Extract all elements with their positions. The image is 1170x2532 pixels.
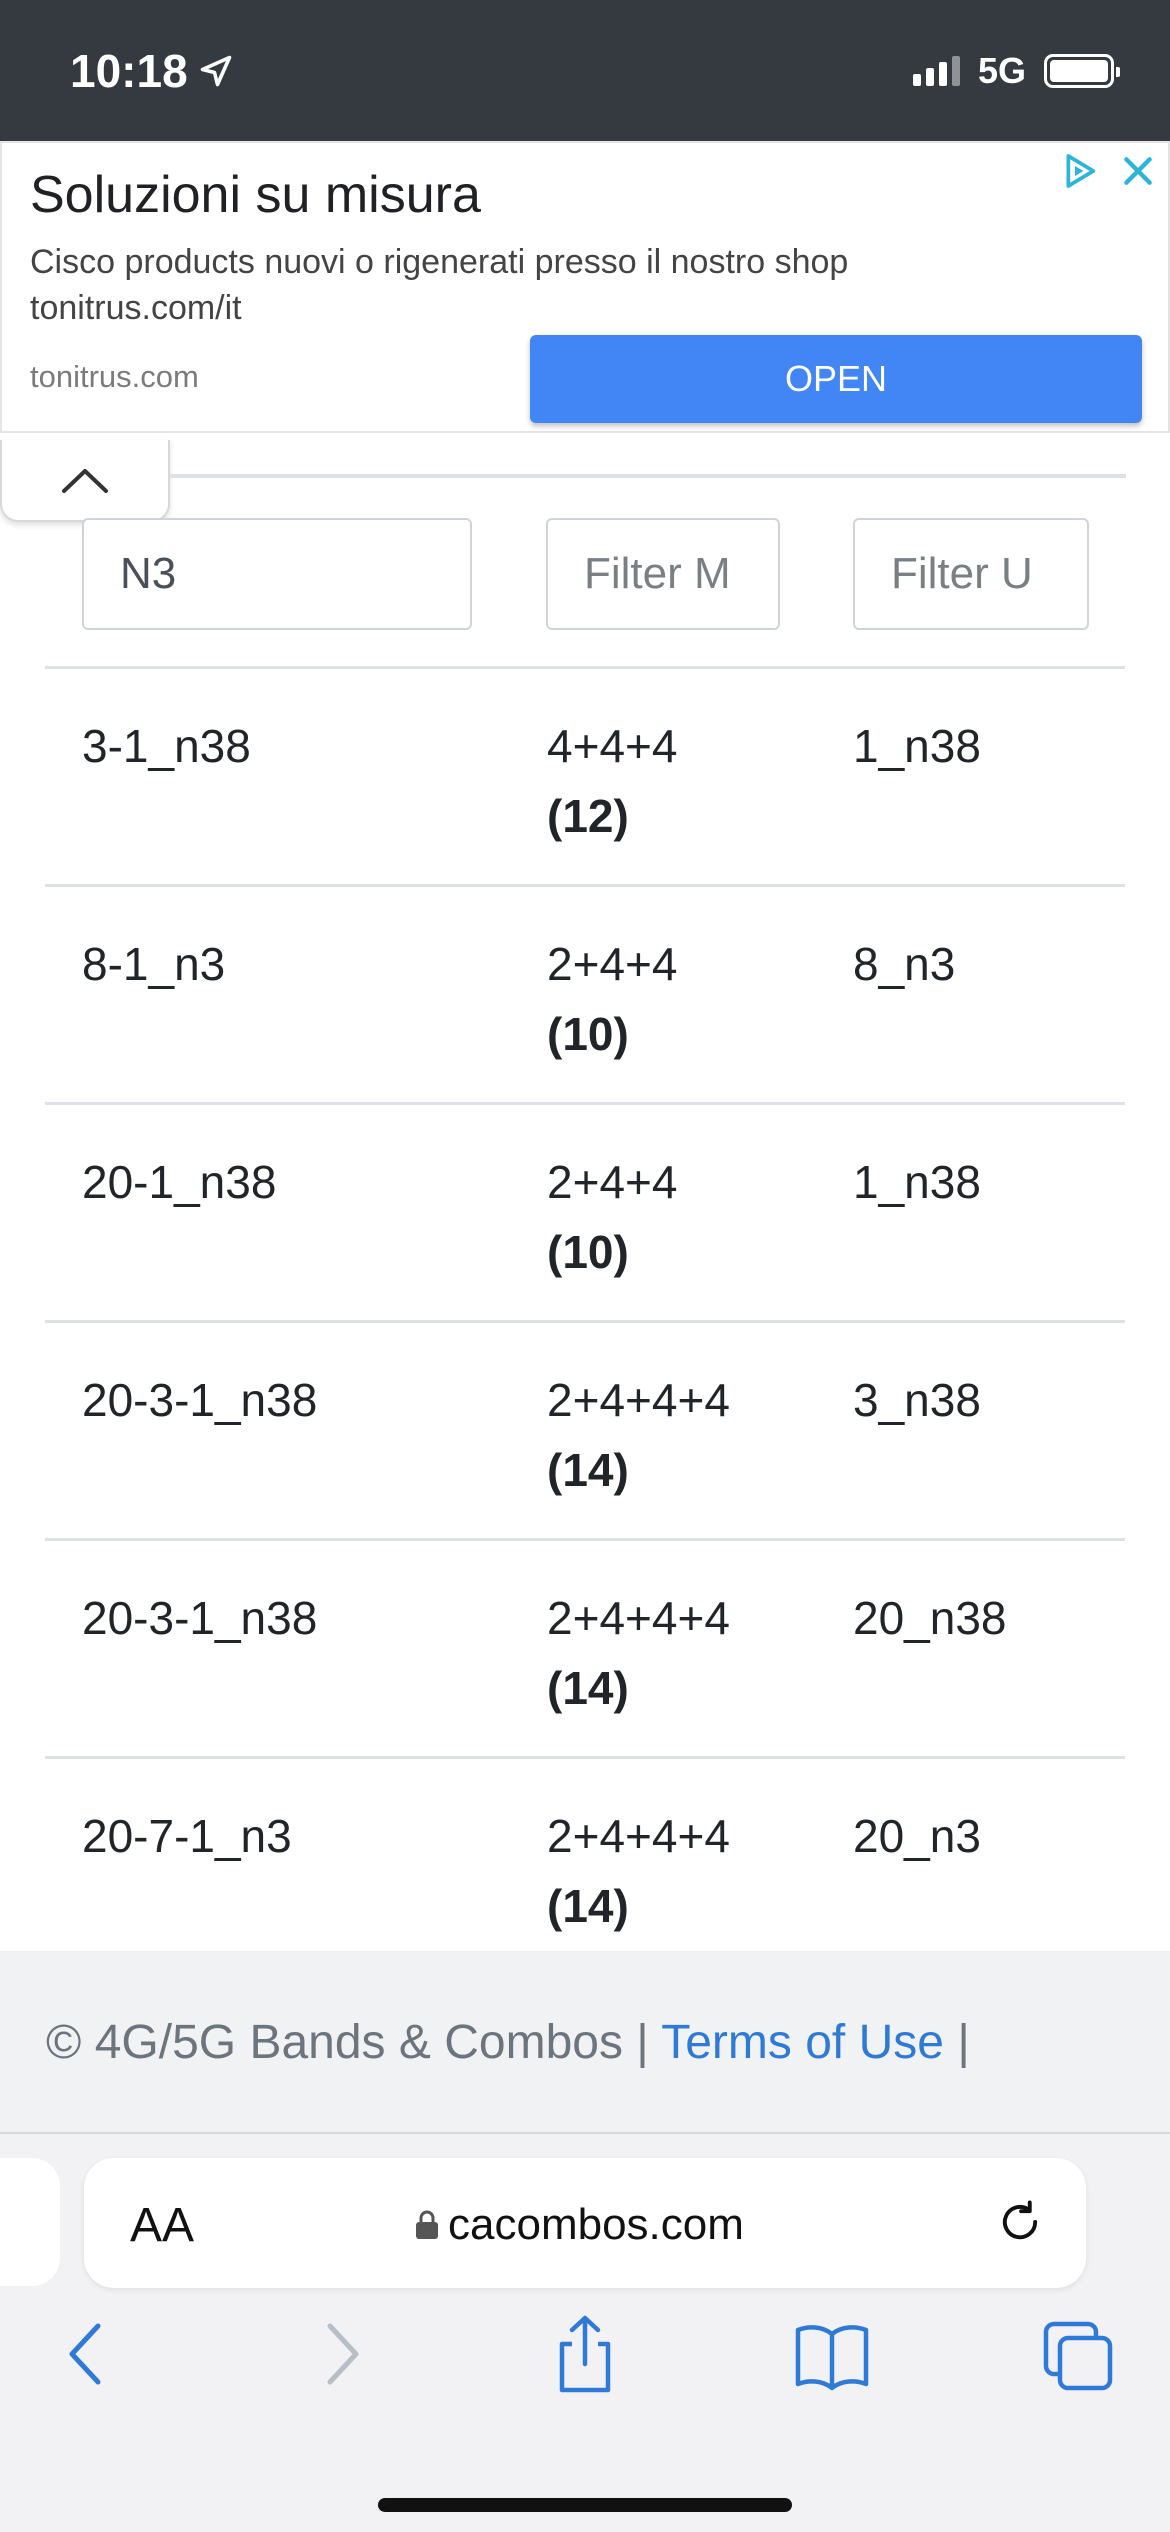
url-display[interactable]: cacombos.com	[414, 2200, 744, 2250]
browser-chrome: AA cacombos.com	[0, 2134, 1170, 2532]
status-indicators: 5G	[912, 50, 1120, 92]
table-row: 20-3-1_n38 2+4+4+4 (14) 3_n38	[45, 1320, 1125, 1538]
time-text: 10:18	[70, 45, 188, 97]
combos-table: 3-1_n38 4+4+4 (12) 1_n38 8-1_n3 2+4+4 (10)…	[45, 666, 1125, 1974]
reload-icon[interactable]	[994, 2196, 1046, 2248]
copyright-text: © 4G/5G Bands & Combos |	[46, 2016, 649, 2069]
table-row: 20-7-1_n3 2+4+4+4 (14) 20_n3	[45, 1756, 1125, 1974]
filter-m-input[interactable]: Filter M	[546, 518, 780, 630]
table-row: 20-3-1_n38 2+4+4+4 (14) 20_n38	[45, 1538, 1125, 1756]
collapse-ad-button[interactable]	[0, 440, 170, 522]
combo-cell: 20-7-1_n3	[82, 1810, 292, 1862]
uplink-cell: 20_n3	[853, 1810, 981, 1862]
battery-icon	[1044, 54, 1120, 88]
combo-cell: 20-1_n38	[82, 1156, 277, 1208]
lock-icon	[416, 2210, 438, 2239]
signal-icon	[912, 56, 960, 86]
footer-separator: |	[957, 2016, 970, 2069]
text-size-button[interactable]: AA	[130, 2198, 194, 2253]
ad-domain[interactable]: tonitrus.com	[30, 359, 199, 395]
uplink-cell: 3_n38	[853, 1374, 981, 1426]
bands-cell: 2+4+4 (10)	[547, 929, 677, 1069]
bands-total: (14)	[547, 1662, 629, 1714]
filter-combo-input[interactable]: N3	[82, 518, 472, 630]
previous-tab-preview[interactable]	[0, 2158, 60, 2286]
adchoices-icon[interactable]	[1060, 151, 1100, 191]
combo-cell: 8-1_n3	[82, 938, 226, 990]
footer-text: © 4G/5G Bands & Combos | Terms of Use |	[46, 2015, 970, 2070]
close-icon[interactable]	[1118, 151, 1158, 191]
bands-total: (10)	[547, 1226, 629, 1278]
bands-total: (12)	[547, 790, 629, 842]
chevron-up-icon	[62, 469, 108, 493]
bands-total: (14)	[547, 1444, 629, 1496]
address-bar[interactable]: AA cacombos.com	[84, 2158, 1086, 2288]
table-row: 8-1_n3 2+4+4 (10) 8_n3	[45, 884, 1125, 1102]
uplink-cell: 1_n38	[853, 1156, 981, 1208]
uplink-cell: 20_n38	[853, 1592, 1007, 1644]
ad-description[interactable]: Cisco products nuovi o rigenerati presso…	[30, 239, 990, 331]
table-row: 3-1_n38 4+4+4 (12) 1_n38	[45, 666, 1125, 884]
ad-title[interactable]: Soluzioni su misura	[30, 165, 481, 225]
bands-total: (10)	[547, 1008, 629, 1060]
uplink-cell: 8_n3	[853, 938, 956, 990]
bands-cell: 2+4+4+4 (14)	[547, 1801, 730, 1941]
share-icon[interactable]	[550, 2314, 620, 2394]
status-bar: 10:18 5G	[0, 0, 1170, 141]
bands-value: 2+4+4+4	[547, 1592, 730, 1644]
page-footer: © 4G/5G Bands & Combos | Terms of Use |	[0, 1951, 1170, 2134]
location-arrow-icon	[200, 55, 231, 87]
tabs-icon[interactable]	[1040, 2314, 1120, 2394]
ad-banner[interactable]: Soluzioni su misura Cisco products nuovi…	[0, 141, 1170, 433]
filter-u-input[interactable]: Filter U	[853, 518, 1089, 630]
combo-cell: 3-1_n38	[82, 720, 251, 772]
bands-value: 2+4+4+4	[547, 1374, 730, 1426]
bands-cell: 2+4+4 (10)	[547, 1147, 677, 1287]
home-indicator	[378, 2498, 792, 2512]
combo-cell: 20-3-1_n38	[82, 1374, 318, 1426]
bands-cell: 4+4+4 (12)	[547, 711, 677, 851]
bands-cell: 2+4+4+4 (14)	[547, 1365, 730, 1505]
bands-value: 2+4+4	[547, 938, 678, 990]
text-size-label: AA	[130, 2199, 195, 2252]
terms-of-use-link[interactable]: Terms of Use	[661, 2016, 944, 2069]
bands-value: 2+4+4	[547, 1156, 678, 1208]
back-icon[interactable]	[62, 2314, 112, 2394]
ad-open-button[interactable]: OPEN	[530, 335, 1142, 423]
bookmarks-icon[interactable]	[792, 2314, 872, 2394]
filter-row: N3 Filter M Filter U	[0, 518, 1170, 630]
url-text: cacombos.com	[448, 2200, 744, 2249]
network-label: 5G	[977, 50, 1026, 91]
uplink-cell: 1_n38	[853, 720, 981, 772]
table-row: 20-1_n38 2+4+4 (10) 1_n38	[45, 1102, 1125, 1320]
divider	[170, 474, 1126, 478]
status-time: 10:18	[70, 44, 234, 98]
browser-toolbar	[0, 2314, 1170, 2414]
forward-icon[interactable]	[316, 2314, 366, 2394]
bands-total: (14)	[547, 1880, 629, 1932]
ad-controls	[1060, 151, 1158, 191]
combo-cell: 20-3-1_n38	[82, 1592, 318, 1644]
bands-value: 4+4+4	[547, 720, 678, 772]
bands-value: 2+4+4+4	[547, 1810, 730, 1862]
bands-cell: 2+4+4+4 (14)	[547, 1583, 730, 1723]
